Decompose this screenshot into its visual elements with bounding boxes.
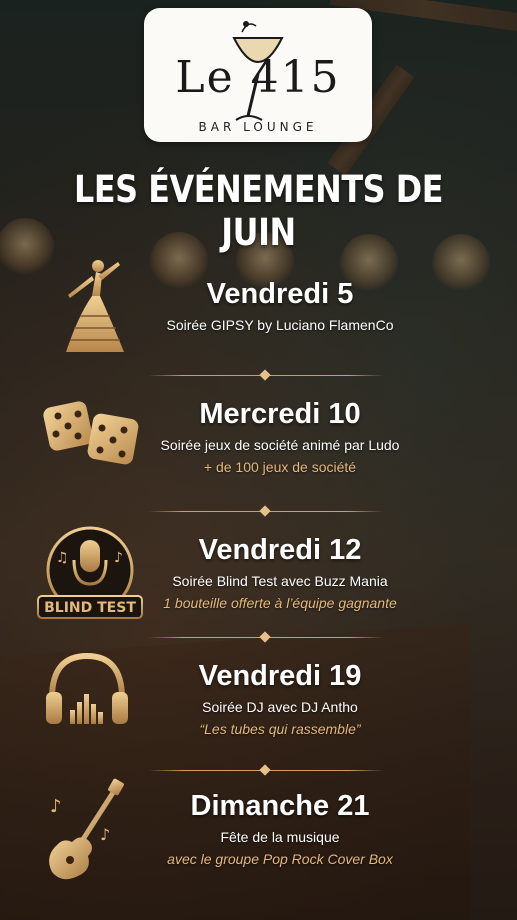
svg-text:♪: ♪ — [50, 796, 62, 817]
headphones-icon — [46, 652, 128, 724]
event-description: Soirée GIPSY by Luciano FlamenCo — [166, 317, 394, 333]
poster: Le 415 BAR LOUNGE LES ÉVÉNEMENTS DE JUIN… — [0, 0, 517, 920]
event-note: 1 bouteille offerte à l’équipe gagnante — [163, 595, 397, 611]
event-description: Soirée DJ avec DJ Antho — [202, 699, 358, 715]
flamenco-dancer-icon — [66, 260, 124, 352]
divider — [148, 369, 384, 381]
svg-text:♪: ♪ — [114, 550, 123, 566]
event-item: Mercredi 10 Soirée jeux de société animé… — [140, 398, 420, 475]
blind-test-badge-text: BLIND TEST — [44, 600, 136, 616]
event-description: Fête de la musique — [220, 829, 340, 845]
divider — [148, 764, 384, 776]
event-item: Vendredi 19 Soirée DJ avec DJ Antho “Les… — [140, 660, 420, 737]
logo-subtitle: BAR LOUNGE — [198, 120, 318, 134]
dice-icon — [43, 401, 139, 465]
event-item: Vendredi 12 Soirée Blind Test avec Buzz … — [140, 534, 420, 611]
divider — [148, 505, 384, 517]
event-note: avec le groupe Pop Rock Cover Box — [167, 851, 393, 867]
event-note: “Les tubes qui rassemble” — [199, 721, 361, 737]
svg-text:♪: ♪ — [100, 825, 110, 844]
event-day: Dimanche 21 — [190, 790, 370, 822]
event-description: Soirée jeux de société animé par Ludo — [160, 437, 400, 453]
event-item: Dimanche 21 Fête de la musique avec le g… — [140, 790, 420, 867]
event-day: Vendredi 19 — [198, 660, 362, 692]
logo-name: Le 415 — [175, 52, 341, 103]
page-title: LES ÉVÉNEMENTS DE JUIN — [73, 168, 444, 254]
divider — [148, 631, 384, 643]
blind-test-microphone-icon: ♫ ♪ BLIND TEST — [37, 526, 143, 619]
event-note: + de 100 jeux de société — [203, 459, 357, 475]
event-description: Soirée Blind Test avec Buzz Mania — [172, 573, 388, 589]
logo: Le 415 BAR LOUNGE — [144, 8, 372, 142]
electric-guitar-icon: ♪ ♪ — [49, 778, 124, 880]
event-day: Vendredi 5 — [206, 278, 354, 310]
event-item: Vendredi 5 Soirée GIPSY by Luciano Flame… — [140, 278, 420, 333]
event-day: Vendredi 12 — [198, 534, 362, 566]
event-day: Mercredi 10 — [199, 398, 361, 430]
svg-text:♫: ♫ — [56, 550, 69, 566]
